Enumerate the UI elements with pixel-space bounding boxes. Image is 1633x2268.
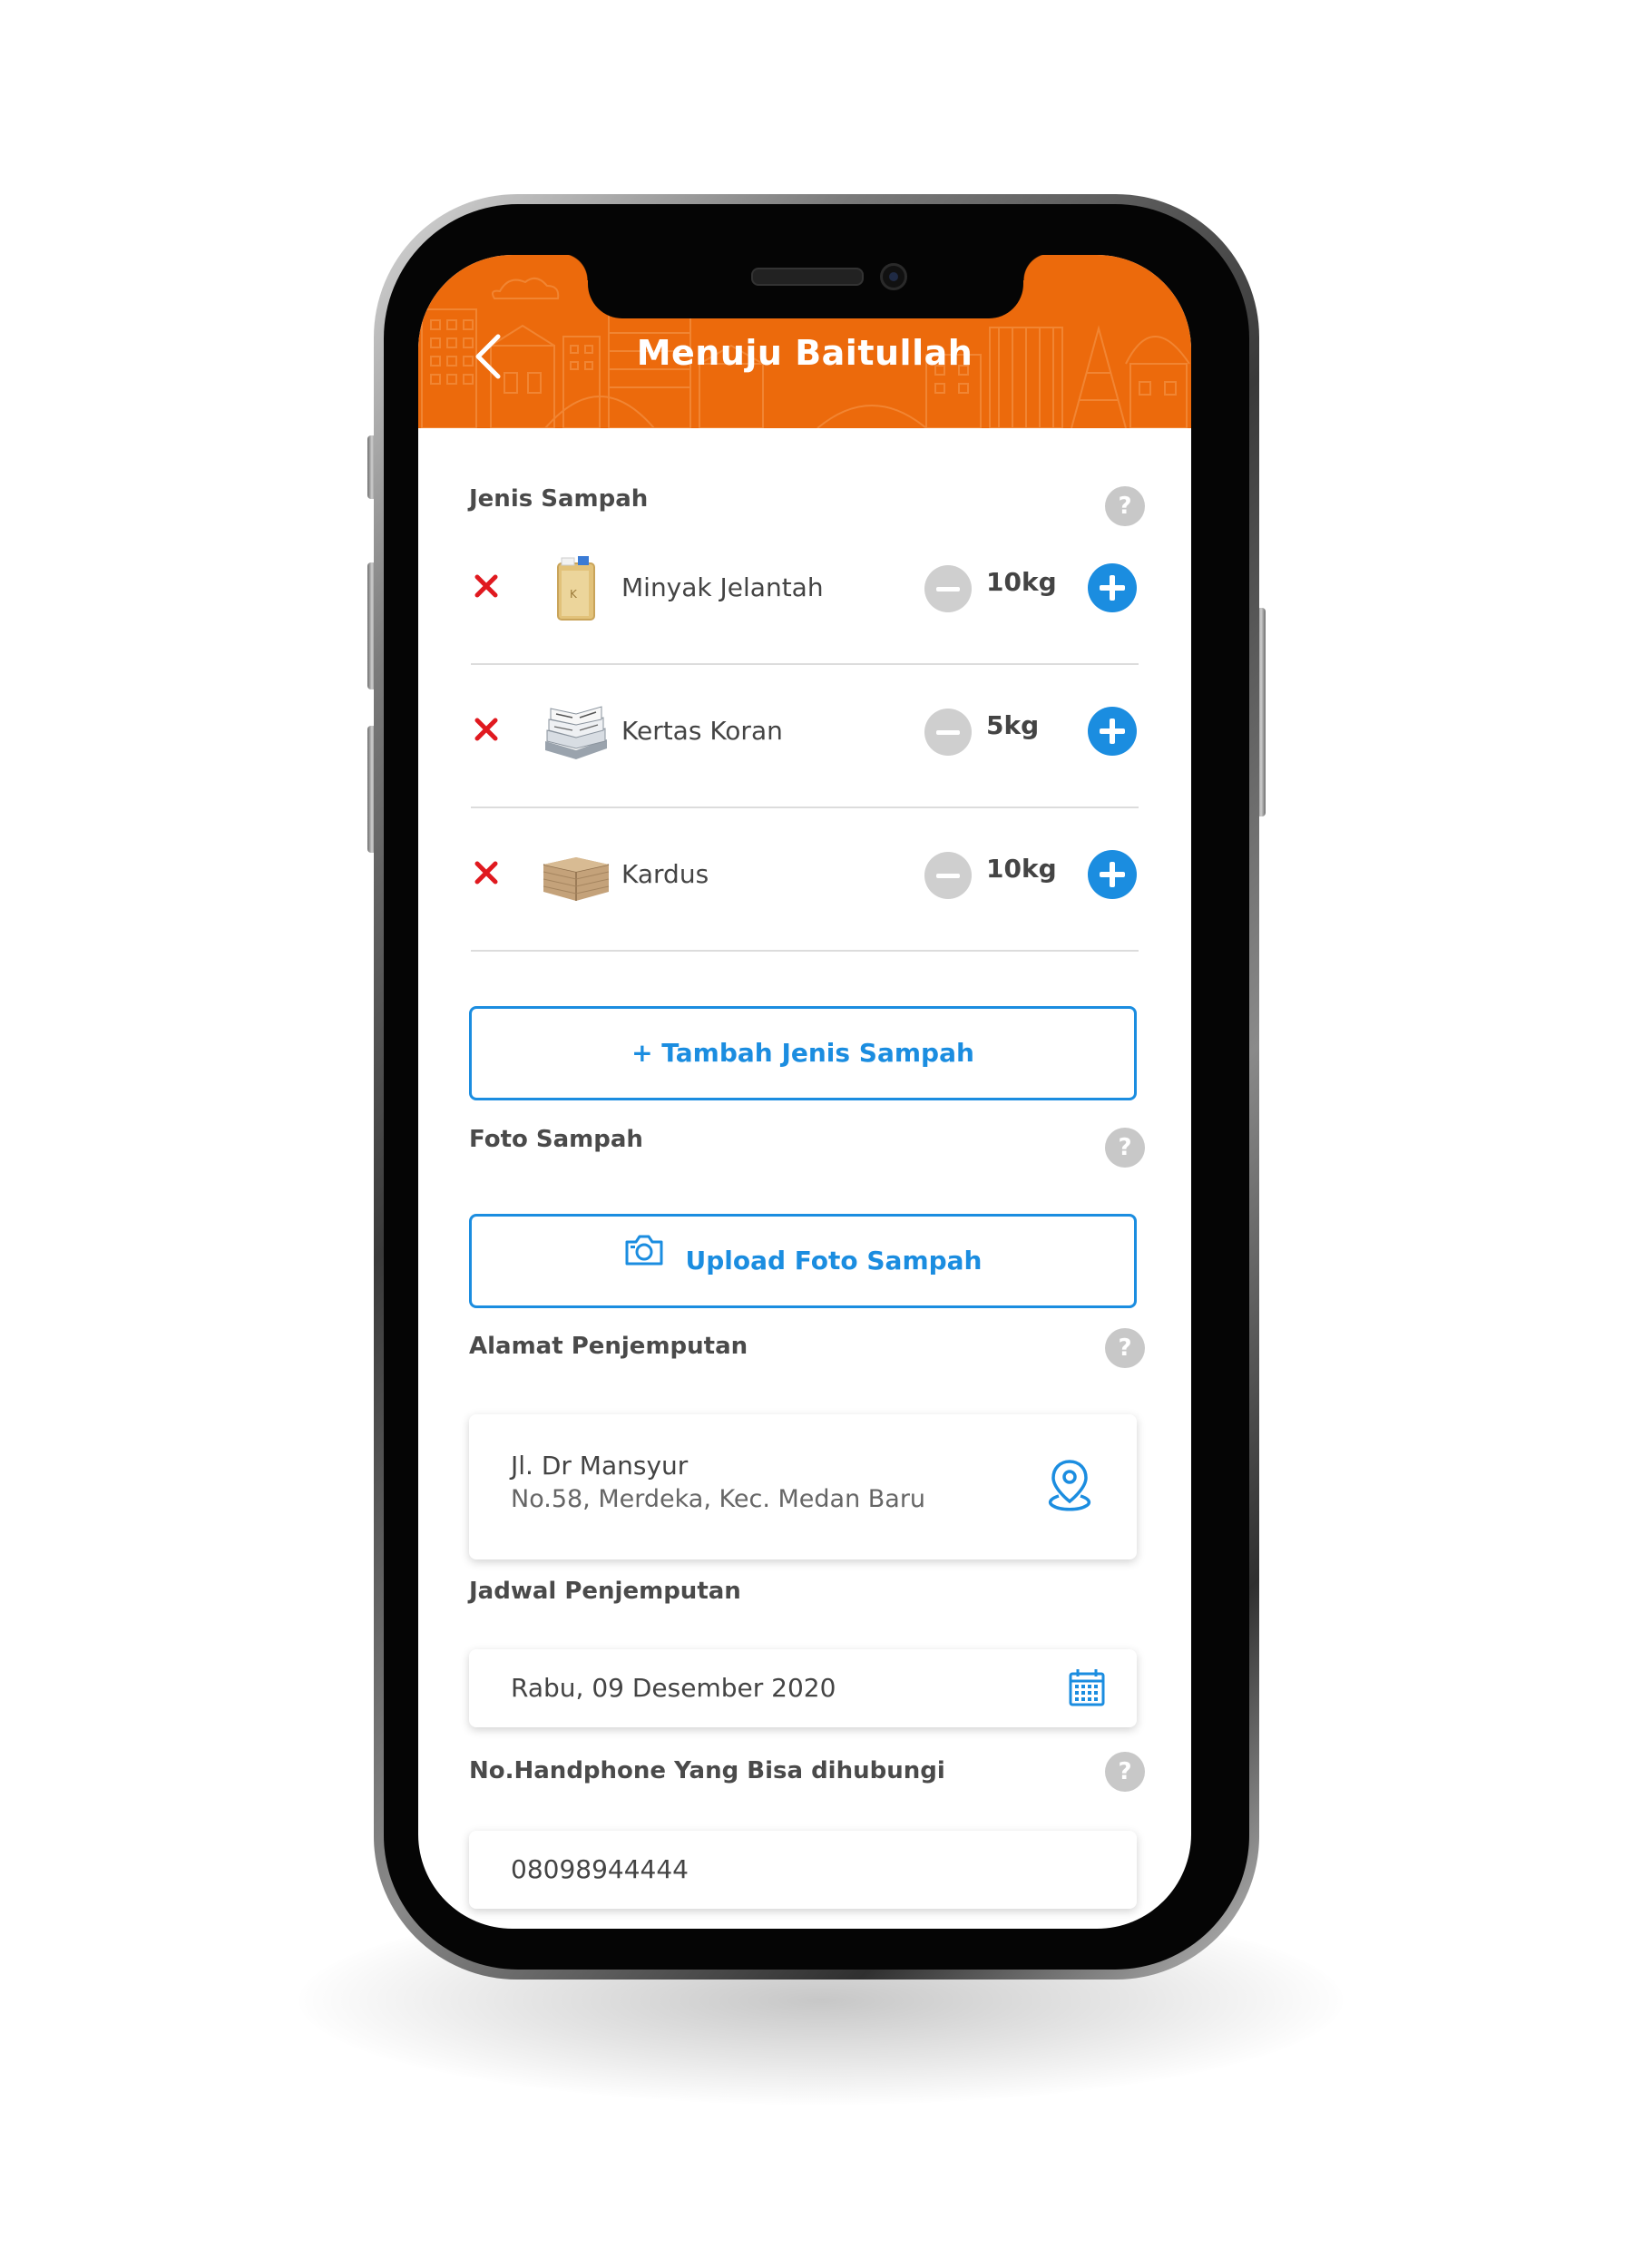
newspaper-stack-icon (540, 694, 612, 767)
item-name: Kardus (621, 859, 709, 889)
section-label-foto-sampah: Foto Sampah (469, 1126, 643, 1153)
delete-item-icon[interactable] (473, 572, 500, 600)
cardboard-stack-icon (540, 837, 612, 910)
add-waste-type-button[interactable]: + Tambah Jenis Sampah (469, 1006, 1137, 1100)
upload-photo-button[interactable]: Upload Foto Sampah (469, 1214, 1137, 1308)
page-title: Menuju Baitullah (636, 333, 973, 373)
app-header: Menuju Baitullah (418, 255, 1191, 428)
decrease-qty-button[interactable] (924, 852, 972, 899)
item-quantity: 10kg (986, 854, 1057, 884)
increase-qty-button[interactable] (1088, 850, 1137, 899)
address-line-1: Jl. Dr Mansyur (511, 1451, 689, 1481)
phone-notch (561, 255, 1051, 318)
item-name: Kertas Koran (621, 716, 783, 746)
increase-qty-button[interactable] (1088, 563, 1137, 612)
phone-frame: Menuju Baitullah Jenis Sampah ? K Minyak… (374, 194, 1259, 1980)
waste-item-row: K Minyak Jelantah 10kg (471, 522, 1139, 665)
upload-photo-label: Upload Foto Sampah (685, 1246, 983, 1276)
app-screen: Menuju Baitullah Jenis Sampah ? K Minyak… (418, 255, 1191, 1929)
help-alamat-icon[interactable]: ? (1105, 1328, 1145, 1368)
item-quantity: 10kg (986, 567, 1057, 597)
help-phone-icon[interactable]: ? (1105, 1752, 1145, 1792)
section-label-alamat: Alamat Penjemputan (469, 1333, 748, 1360)
item-name: Minyak Jelantah (621, 572, 824, 602)
camera-icon (623, 1215, 665, 1304)
waste-item-row: Kardus 10kg (471, 808, 1139, 952)
help-jenis-sampah-icon[interactable]: ? (1105, 486, 1145, 526)
row-divider (471, 950, 1139, 952)
help-foto-sampah-icon[interactable]: ? (1105, 1128, 1145, 1168)
decrease-qty-button[interactable] (924, 709, 972, 756)
address-card[interactable]: Jl. Dr Mansyur No.58, Merdeka, Kec. Meda… (469, 1414, 1137, 1559)
calendar-icon[interactable] (1068, 1667, 1106, 1707)
address-line-2: No.58, Merdeka, Kec. Medan Baru (511, 1485, 926, 1513)
cooking-oil-jerrycan-icon: K (540, 551, 612, 623)
delete-item-icon[interactable] (473, 859, 500, 886)
svg-text:K: K (570, 588, 578, 601)
increase-qty-button[interactable] (1088, 707, 1137, 756)
phone-number-value: 08098944444 (511, 1854, 689, 1884)
delete-item-icon[interactable] (473, 716, 500, 743)
item-quantity: 5kg (986, 710, 1040, 740)
phone-bezel: Menuju Baitullah Jenis Sampah ? K Minyak… (384, 204, 1249, 1970)
waste-item-row: Kertas Koran 5kg (471, 665, 1139, 808)
decrease-qty-button[interactable] (924, 565, 972, 612)
phone-number-field[interactable]: 08098944444 (469, 1831, 1137, 1909)
front-camera (880, 263, 907, 290)
location-pin-icon[interactable] (1044, 1458, 1095, 1514)
schedule-date-field[interactable]: Rabu, 09 Desember 2020 (469, 1649, 1137, 1727)
section-label-jenis-sampah: Jenis Sampah (469, 485, 649, 513)
section-label-phone: No.Handphone Yang Bisa dihubungi (469, 1757, 945, 1784)
section-label-jadwal: Jadwal Penjemputan (469, 1578, 741, 1605)
speaker-grille (751, 268, 864, 286)
schedule-date-value: Rabu, 09 Desember 2020 (511, 1673, 836, 1703)
